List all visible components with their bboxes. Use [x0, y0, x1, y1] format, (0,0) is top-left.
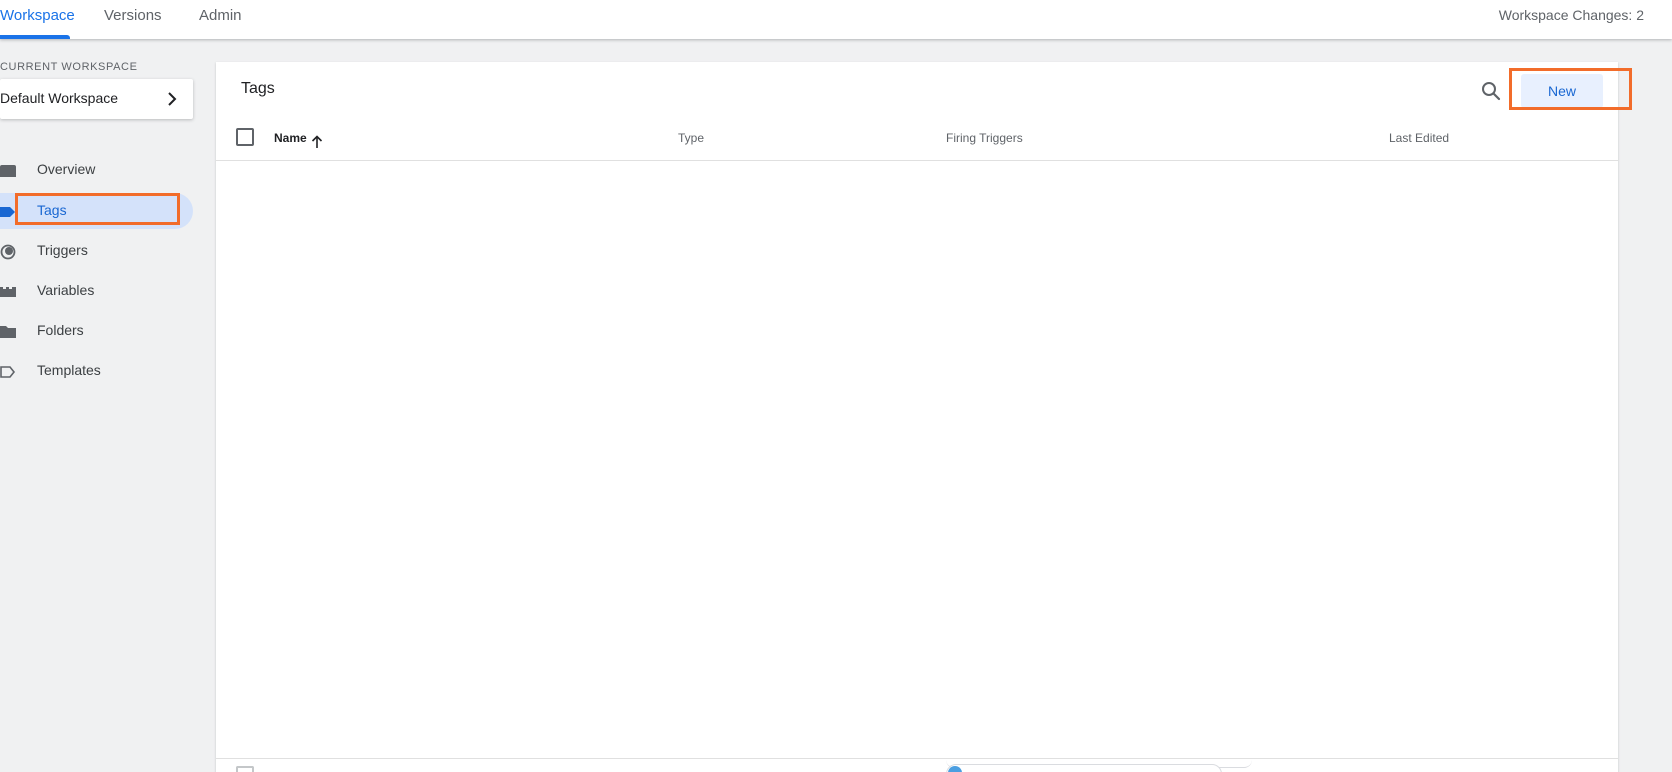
sidebar-item-label: Triggers	[37, 242, 88, 258]
sidebar-item-templates[interactable]: Templates	[0, 353, 193, 389]
tags-card: Tags New Name Type Firing Triggers Last …	[216, 62, 1618, 772]
sidebar-item-overview[interactable]: Overview	[0, 152, 193, 188]
sidebar-item-triggers[interactable]: Triggers	[0, 233, 193, 269]
active-tab-indicator	[0, 35, 70, 39]
table-header: Name Type Firing Triggers Last Edited	[216, 126, 1618, 161]
divider	[216, 758, 1618, 759]
overview-icon	[0, 165, 16, 177]
sidebar-item-label: Overview	[37, 161, 96, 177]
column-header-type[interactable]: Type	[678, 131, 704, 145]
tab-versions[interactable]: Versions	[104, 7, 162, 31]
search-icon[interactable]	[1479, 79, 1503, 103]
sidebar-item-folders[interactable]: Folders	[0, 313, 193, 349]
sidebar: CURRENT WORKSPACE Default Workspace Over…	[0, 39, 200, 772]
sidebar-item-label: Folders	[37, 322, 84, 338]
sort-ascending-icon[interactable]	[311, 135, 323, 149]
column-header-label: Name	[274, 131, 307, 145]
column-header-name[interactable]: Name	[274, 131, 307, 145]
sidebar-item-label: Templates	[37, 362, 101, 378]
trigger-icon	[0, 244, 16, 260]
tag-icon	[0, 207, 15, 217]
sidebar-item-variables[interactable]: Variables	[0, 273, 193, 309]
sidebar-item-label: Variables	[37, 282, 95, 298]
workspace-changes-count: Workspace Changes: 2	[1498, 7, 1644, 23]
tab-admin[interactable]: Admin	[199, 7, 242, 31]
column-header-firing-triggers[interactable]: Firing Triggers	[946, 131, 1023, 145]
template-icon	[0, 366, 16, 378]
sidebar-item-tags[interactable]: Tags	[0, 193, 193, 229]
top-bar: Workspace Versions Admin Workspace Chang…	[0, 0, 1672, 39]
partial-chip	[946, 764, 1222, 772]
current-workspace-label: CURRENT WORKSPACE	[0, 61, 138, 73]
sidebar-item-label: Tags	[37, 202, 67, 218]
folder-icon	[0, 326, 16, 338]
workspace-name: Default Workspace	[0, 90, 119, 106]
select-all-checkbox[interactable]	[236, 128, 254, 146]
tab-workspace[interactable]: Workspace	[0, 7, 75, 31]
workspace-selector[interactable]: Default Workspace	[0, 79, 193, 119]
new-tag-button[interactable]: New	[1521, 74, 1603, 108]
chevron-right-icon	[168, 92, 177, 106]
column-header-last-edited[interactable]: Last Edited	[1389, 131, 1449, 145]
partial-checkbox	[236, 766, 254, 772]
variables-icon	[0, 287, 16, 297]
page-title: Tags	[241, 80, 275, 97]
